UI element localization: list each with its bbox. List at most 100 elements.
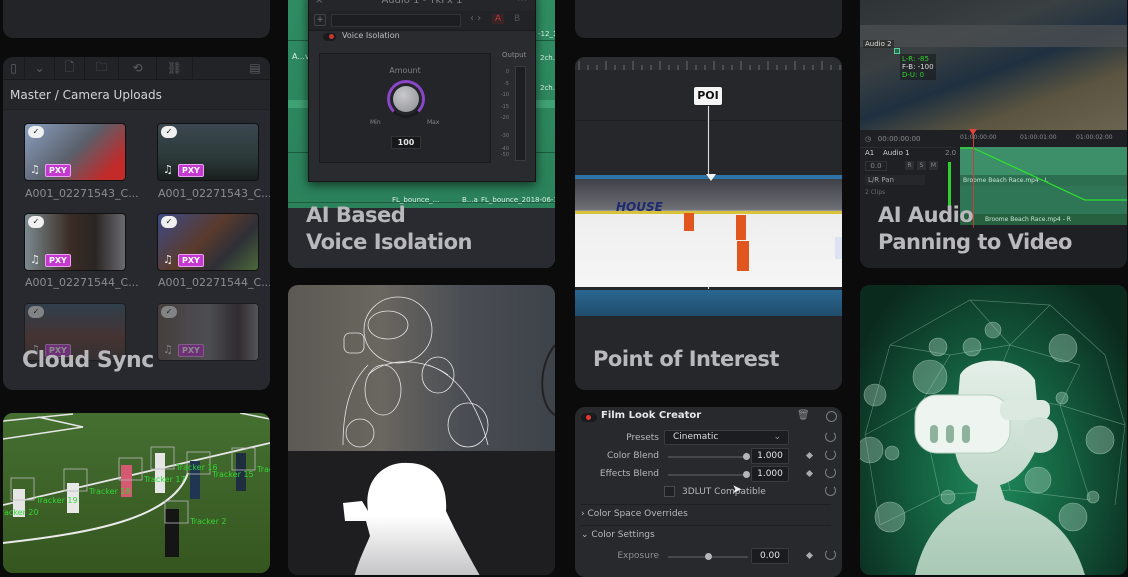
more-icon[interactable]: ⋯ — [517, 0, 527, 11]
lut-row: 3DLUT Compatible ➤ — [575, 482, 842, 502]
track-level: 2.0 — [945, 149, 957, 157]
cloud-check-icon: ✓ — [161, 216, 177, 228]
sync-icon[interactable]: ⟲ — [119, 57, 157, 80]
tracker-label: Tracker 2 — [190, 517, 227, 526]
clip-thumbnail[interactable]: ✓ ♫ PXY — [157, 213, 259, 271]
card-title: AI Audio Panning to Video — [878, 202, 1072, 256]
output-label: Output — [502, 51, 527, 59]
voice-isolation-card[interactable]: A...v FL_bounce_... B...a FL_bounce_2018… — [288, 0, 555, 268]
slider-handle[interactable] — [743, 453, 750, 460]
pan-mode-dropdown[interactable]: L/R Pan — [865, 175, 925, 185]
slider-handle[interactable] — [743, 471, 750, 478]
reset-icon[interactable] — [825, 485, 836, 496]
solo-button[interactable]: S — [917, 161, 926, 170]
add-icon[interactable]: + — [314, 14, 326, 26]
cloud-check-icon: ✓ — [28, 306, 44, 318]
clip-thumbnail[interactable]: ✓ ♫ PXY — [24, 123, 126, 181]
du-value: D-U: 0 — [902, 71, 925, 79]
poi-marker[interactable]: POI — [693, 86, 723, 106]
color-blend-slider[interactable] — [668, 453, 750, 460]
clip-thumbnail[interactable]: ✓ ♫ PXY — [24, 213, 126, 271]
reset-icon[interactable] — [825, 449, 836, 460]
view-mode-icon[interactable]: ▤ — [240, 57, 270, 80]
audio-icon: ♫ — [163, 163, 173, 176]
ab-compare-b[interactable]: B — [514, 14, 520, 24]
lut-checkbox[interactable] — [664, 486, 675, 497]
card-title-line-1: AI Audio — [878, 203, 974, 227]
color-blend-row: Color Blend 1.000 — [575, 448, 842, 466]
plugin-toolbar: + ‹ › A B — [309, 11, 535, 31]
unlink-icon[interactable]: ⛓ — [157, 57, 193, 80]
film-look-creator-card[interactable]: Film Look Creator 🗑 Presets Cinematic ⌄ … — [575, 407, 842, 577]
plugin-enable-toggle[interactable] — [323, 33, 336, 41]
presets-dropdown[interactable]: Cinematic ⌄ — [664, 430, 789, 445]
track-name: Audio 1 — [883, 149, 910, 157]
card-title-line-1: AI Based — [306, 203, 406, 227]
tracker-label: Trac — [257, 465, 270, 474]
effects-blend-slider[interactable] — [668, 471, 750, 478]
delete-icon[interactable]: 🗑 — [797, 410, 810, 421]
audio-icon: ♫ — [30, 253, 40, 266]
meter-tick-label: -30 — [500, 133, 509, 139]
exposure-value[interactable]: 0.00 — [751, 548, 789, 564]
chevron-down-icon[interactable]: ⌄ — [25, 57, 55, 80]
plugin-name: Voice Isolation — [342, 31, 400, 40]
timecode-row: ◷ 00:00:00:00 — [865, 135, 921, 143]
track-volume-field[interactable]: 0.0 — [865, 161, 887, 171]
slider-handle[interactable] — [705, 553, 712, 560]
mute-button[interactable]: M — [929, 161, 938, 170]
media-pool-toolbar: ▯ ⌄ 🗋 🗀 ⟲ ⛓ ▤ — [3, 57, 270, 80]
keyframe-icon[interactable] — [805, 451, 814, 460]
immersive-audio-card[interactable] — [860, 285, 1127, 575]
magic-mask-card[interactable] — [288, 285, 555, 575]
audio-panning-card[interactable]: Audio 2 L-R: -85 F-B: -100 D-U: 0 ◷ 00:0… — [860, 0, 1127, 268]
audio-object-label: Audio 2 — [863, 40, 894, 48]
reset-icon[interactable] — [825, 467, 836, 478]
reset-all-icon[interactable] — [826, 411, 837, 422]
cloud-sync-card[interactable]: ▯ ⌄ 🗋 🗀 ⟲ ⛓ ▤ Master / Camera Uploads ✓ … — [3, 57, 270, 390]
close-icon[interactable]: × — [315, 0, 323, 11]
ab-compare-a[interactable]: A — [492, 14, 505, 24]
pan-readout: L-R: -85 F-B: -100 D-U: 0 — [900, 54, 936, 80]
panel-toggle-icon[interactable]: ▯ — [3, 57, 25, 80]
presets-value: Cinematic — [673, 432, 719, 442]
keyframe-icon[interactable] — [805, 469, 814, 478]
tracker-label: Tracker 18 — [89, 487, 131, 496]
clip-thumbnail[interactable]: ✓ ♫ PXY — [157, 123, 259, 181]
clip-name: A001_02271543_C... — [158, 187, 270, 200]
section-color-settings[interactable]: ⌄ Color Settings — [581, 530, 655, 540]
effects-blend-value[interactable]: 1.000 — [751, 466, 789, 482]
import-clip-icon[interactable]: 🗋 — [55, 57, 85, 80]
import-folder-icon[interactable]: 🗀 — [85, 57, 119, 80]
color-blend-value[interactable]: 1.000 — [751, 448, 789, 464]
hockey-clip-thumbnail[interactable]: HOUSE — [575, 179, 842, 287]
keyframe-icon[interactable] — [805, 551, 814, 560]
clip-name: A001_02271543_C... — [25, 187, 139, 200]
fx-enable-toggle[interactable] — [581, 413, 597, 422]
reset-icon[interactable] — [825, 431, 836, 442]
section-color-space-overrides[interactable]: › Color Space Overrides — [581, 509, 688, 519]
preset-dropdown[interactable] — [331, 14, 461, 27]
amount-panel: Amount Min Max 100 — [319, 53, 491, 163]
playhead-icon — [969, 129, 977, 135]
clip-thumbnail[interactable]: ✓ ♫ PXY — [157, 303, 259, 361]
amount-knob[interactable] — [387, 80, 425, 118]
reset-icon[interactable] — [825, 549, 836, 560]
top-card-partial — [3, 0, 270, 38]
clock-icon: ◷ — [865, 135, 872, 143]
output-meter — [515, 66, 526, 161]
top-card-partial — [575, 0, 842, 38]
object-tracking-card[interactable]: Tracker 19 Tracker 18 Tracker 17 Tracker… — [3, 413, 270, 573]
meter-tick-label: -50 — [500, 152, 509, 158]
lut-label: 3DLUT Compatible — [682, 487, 766, 497]
fb-value: F-B: -100 — [902, 63, 934, 71]
effects-blend-row: Effects Blend 1.000 — [575, 466, 842, 484]
record-button[interactable]: R — [905, 161, 914, 170]
prev-next-icon[interactable]: ‹ › — [470, 13, 481, 24]
amount-value-field[interactable]: 100 — [391, 136, 421, 149]
mask-strokes — [342, 296, 555, 448]
exposure-slider[interactable] — [668, 553, 748, 560]
clip-name: A001_02271544_C... — [158, 276, 270, 289]
clip-label: 2ch.w — [540, 54, 555, 62]
point-of-interest-card[interactable]: POI HOUSE Point of Interest — [575, 57, 842, 390]
